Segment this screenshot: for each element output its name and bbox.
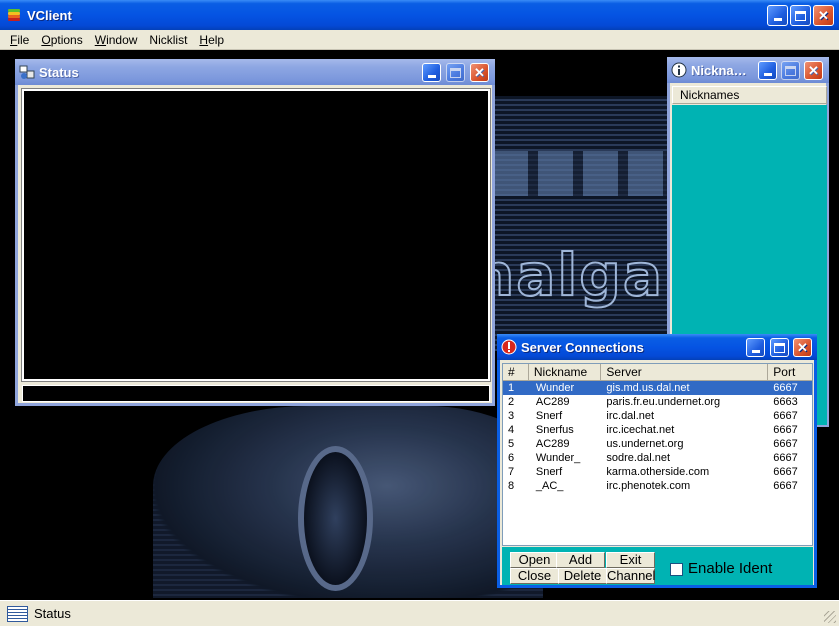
app-maximize-button[interactable]	[790, 5, 811, 26]
app-logo-icon	[6, 7, 22, 23]
nicknames-minimize-button[interactable]	[758, 61, 777, 80]
alert-icon	[501, 339, 517, 355]
server-list-header: # Nickname Server Port	[503, 364, 812, 381]
statusbar-text: Status	[34, 606, 71, 621]
close-button[interactable]: Close	[510, 568, 559, 584]
app-titlebar[interactable]: VClient ✕	[0, 0, 839, 30]
app-title: VClient	[27, 7, 72, 23]
app-minimize-button[interactable]	[767, 5, 788, 26]
server-close-button[interactable]: ✕	[793, 338, 812, 357]
close-icon: ✕	[474, 65, 485, 80]
server-row[interactable]: 2 AC289 paris.fr.eu.undernet.org 6663	[503, 395, 812, 409]
status-window-icon	[19, 64, 35, 80]
close-icon: ✕	[797, 340, 808, 355]
nicknames-maximize-button[interactable]	[781, 61, 800, 80]
server-row[interactable]: 7 Snerf karma.otherside.com 6667	[503, 465, 812, 479]
background-car-wheel	[298, 446, 373, 591]
status-window: Status ✕	[15, 59, 495, 406]
menu-help[interactable]: Help	[193, 33, 230, 47]
status-close-button[interactable]: ✕	[470, 63, 489, 82]
open-button[interactable]: Open	[510, 552, 559, 568]
minimize-icon	[751, 350, 760, 353]
statusbar: Status	[0, 600, 839, 626]
status-window-title: Status	[39, 64, 79, 80]
status-minimize-button[interactable]	[422, 63, 441, 82]
exit-button[interactable]: Exit	[606, 552, 655, 568]
nicknames-column-header[interactable]: Nicknames	[672, 86, 827, 104]
nicknames-window-title: Nickna…	[691, 62, 747, 78]
maximize-icon	[774, 342, 785, 353]
background-building-image	[478, 96, 678, 351]
minimize-icon	[773, 18, 782, 21]
status-command-input[interactable]	[22, 385, 490, 402]
channel-button[interactable]: Channel	[606, 568, 655, 584]
maximize-icon	[795, 10, 806, 21]
maximize-icon	[785, 65, 796, 76]
menu-nicklist[interactable]: Nicklist	[143, 33, 193, 47]
server-connections-titlebar[interactable]: Server Connections ✕	[497, 334, 817, 360]
server-minimize-button[interactable]	[746, 338, 765, 357]
close-icon: ✕	[818, 8, 829, 23]
server-row[interactable]: 5 AC289 us.undernet.org 6667	[503, 437, 812, 451]
status-maximize-button[interactable]	[446, 63, 465, 82]
server-connections-title: Server Connections	[521, 339, 644, 355]
nicknames-window-titlebar[interactable]: Nickna… ✕	[667, 57, 829, 83]
server-list[interactable]: # Nickname Server Port 1 Wunder gis.md.us.…	[502, 363, 813, 546]
menu-options[interactable]: Options	[35, 33, 88, 47]
server-row[interactable]: 4 Snerfus irc.icechat.net 6667	[503, 423, 812, 437]
status-output-area[interactable]	[21, 88, 491, 382]
minimize-icon	[763, 73, 772, 76]
minimize-icon	[427, 75, 436, 78]
app-close-button[interactable]: ✕	[813, 5, 834, 26]
status-window-titlebar[interactable]: Status ✕	[15, 59, 495, 85]
server-row[interactable]: 6 Wunder_ sodre.dal.net 6667	[503, 451, 812, 465]
background-logo-text: nalga	[472, 240, 664, 310]
add-button[interactable]: Add	[556, 552, 605, 568]
enable-ident-label[interactable]: Enable Ident	[688, 560, 772, 577]
nicknames-close-button[interactable]: ✕	[804, 61, 823, 80]
menu-window[interactable]: Window	[89, 33, 144, 47]
server-connections-window: Server Connections ✕ # Nickname Server P…	[497, 334, 817, 588]
column-header-num[interactable]: #	[503, 364, 529, 380]
window-list-icon[interactable]	[7, 605, 28, 622]
maximize-icon	[450, 67, 461, 78]
menu-file[interactable]: File	[4, 33, 35, 47]
info-icon	[671, 62, 687, 78]
server-row[interactable]: 1 Wunder gis.md.us.dal.net 6667	[503, 381, 812, 395]
resize-grip[interactable]	[824, 611, 836, 623]
menubar: File Options Window Nicklist Help	[0, 30, 839, 50]
close-icon: ✕	[808, 63, 819, 78]
enable-ident-checkbox[interactable]	[670, 563, 683, 576]
server-maximize-button[interactable]	[770, 338, 789, 357]
server-row[interactable]: 8 _AC_ irc.phenotek.com 6667	[503, 479, 812, 493]
column-header-port[interactable]: Port	[768, 364, 812, 380]
server-row[interactable]: 3 Snerf irc.dal.net 6667	[503, 409, 812, 423]
column-header-nickname[interactable]: Nickname	[529, 364, 602, 380]
delete-button[interactable]: Delete	[558, 568, 607, 584]
server-button-panel: Open Add Exit Close Delete Channel Enabl…	[502, 547, 813, 585]
column-header-server[interactable]: Server	[601, 364, 769, 380]
